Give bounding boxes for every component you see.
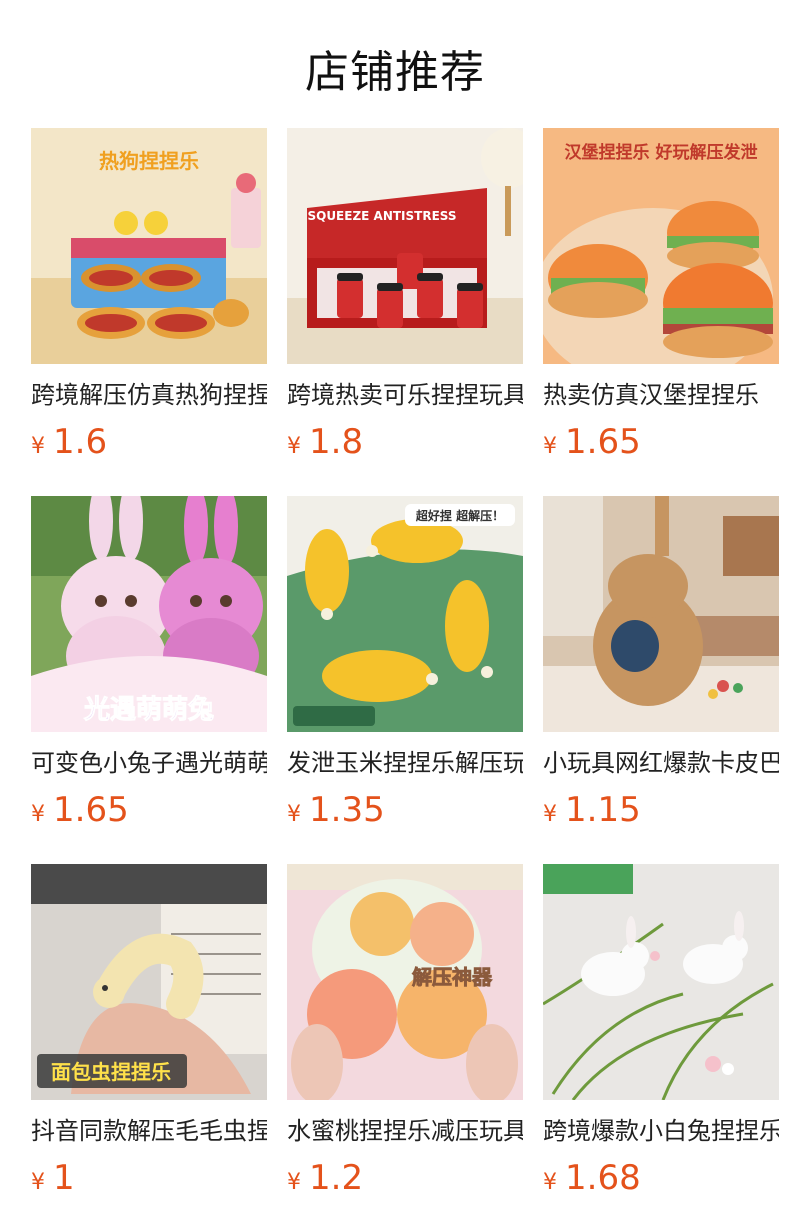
capybara-toy-image xyxy=(543,496,779,732)
product-image[interactable] xyxy=(543,496,779,732)
currency-symbol: ¥ xyxy=(543,802,557,827)
product-card[interactable]: 汉堡捏捏乐 好玩解压发泄 热卖仿真汉堡捏捏乐 ¥1.65 xyxy=(543,128,779,496)
hotdog-toy-image: 热狗捏捏乐 xyxy=(31,128,267,364)
product-image[interactable]: 汉堡捏捏乐 好玩解压发泄 xyxy=(543,128,779,364)
product-image[interactable]: 热狗捏捏乐 xyxy=(31,128,267,364)
product-name[interactable]: 小玩具网红爆款卡皮巴拉 xyxy=(543,746,779,780)
product-price: ¥1.68 xyxy=(543,1156,779,1200)
product-card[interactable]: 小玩具网红爆款卡皮巴拉 ¥1.15 xyxy=(543,496,779,864)
price-value: 1.35 xyxy=(309,790,385,830)
product-price: ¥1.35 xyxy=(287,788,523,832)
product-price: ¥1.65 xyxy=(543,420,779,464)
product-card[interactable]: 热狗捏捏乐 跨境解压仿真热狗捏捏乐 ¥1.6 xyxy=(31,128,267,496)
rabbit-toy-image: 光遇萌萌兔 xyxy=(31,496,267,732)
product-card[interactable]: SQUEEZE ANTISTRESS 跨境热卖可乐捏捏玩具 ¥1.8 xyxy=(287,128,523,496)
currency-symbol: ¥ xyxy=(287,434,301,459)
page-title: 店铺推荐 xyxy=(305,47,485,98)
product-image[interactable]: SQUEEZE ANTISTRESS xyxy=(287,128,523,364)
currency-symbol: ¥ xyxy=(543,1170,557,1195)
currency-symbol: ¥ xyxy=(287,802,301,827)
currency-symbol: ¥ xyxy=(31,802,45,827)
peach-toy-image: 解压神器 xyxy=(287,864,523,1100)
price-value: 1.65 xyxy=(565,422,641,462)
svg-text:热狗捏捏乐: 热狗捏捏乐 xyxy=(99,149,199,173)
svg-text:光遇萌萌兔: 光遇萌萌兔 xyxy=(83,695,214,725)
product-name[interactable]: 发泄玉米捏捏乐解压玩具 xyxy=(287,746,523,780)
product-name[interactable]: 跨境热卖可乐捏捏玩具 xyxy=(287,378,523,412)
price-value: 1.6 xyxy=(53,422,108,462)
product-name[interactable]: 水蜜桃捏捏乐减压玩具 xyxy=(287,1114,523,1148)
soda-cup-toy-image: SQUEEZE ANTISTRESS xyxy=(287,128,523,364)
price-value: 1.15 xyxy=(565,790,641,830)
product-image[interactable]: 超好捏 超解压！ xyxy=(287,496,523,732)
price-value: 1 xyxy=(53,1158,75,1198)
product-name[interactable]: 热卖仿真汉堡捏捏乐 xyxy=(543,378,779,412)
currency-symbol: ¥ xyxy=(287,1170,301,1195)
corn-toy-image: 超好捏 超解压！ xyxy=(287,496,523,732)
price-value: 1.65 xyxy=(53,790,129,830)
white-rabbit-toy-image xyxy=(543,864,779,1100)
product-price: ¥1.15 xyxy=(543,788,779,832)
price-value: 1.8 xyxy=(309,422,364,462)
product-card[interactable]: 解压神器 水蜜桃捏捏乐减压玩具 ¥1.2 xyxy=(287,864,523,1232)
price-value: 1.2 xyxy=(309,1158,364,1198)
product-price: ¥1.6 xyxy=(31,420,267,464)
svg-text:解压神器: 解压神器 xyxy=(412,965,493,989)
caterpillar-toy-image: 面包虫捏捏乐 xyxy=(31,864,267,1100)
svg-text:超好捏 超解压！: 超好捏 超解压！ xyxy=(415,508,504,523)
product-image[interactable]: 解压神器 xyxy=(287,864,523,1100)
product-name[interactable]: 抖音同款解压毛毛虫捏捏乐 xyxy=(31,1114,267,1148)
store-recommendations-page: 店铺推荐 热狗捏捏乐 跨境解压仿真热狗捏捏 ¥ 1.6 SQUEEZE ANTI… xyxy=(0,0,790,1232)
product-card[interactable]: 面包虫捏捏乐 抖音同款解压毛毛虫捏捏乐 ¥1 xyxy=(31,864,267,1232)
svg-text:SQUEEZE ANTISTRESS: SQUEEZE ANTISTRESS xyxy=(307,209,456,223)
currency-symbol: ¥ xyxy=(31,1170,45,1195)
product-grid: 热狗捏捏乐 跨境解压仿真热狗捏捏乐 ¥1.6 xyxy=(31,128,779,1232)
product-name[interactable]: 可变色小兔子遇光萌萌兔 xyxy=(31,746,267,780)
product-image[interactable]: 光遇萌萌兔 xyxy=(31,496,267,732)
product-card[interactable]: 光遇萌萌兔 可变色小兔子遇光萌萌兔 ¥1.65 xyxy=(31,496,267,864)
currency-symbol: ¥ xyxy=(543,434,557,459)
product-image[interactable]: 面包虫捏捏乐 xyxy=(31,864,267,1100)
currency-symbol: ¥ xyxy=(31,434,45,459)
product-image[interactable] xyxy=(543,864,779,1100)
product-price: ¥1.2 xyxy=(287,1156,523,1200)
product-card[interactable]: 跨境爆款小白兔捏捏乐 ¥1.68 xyxy=(543,864,779,1232)
svg-text:汉堡捏捏乐 好玩解压发泄: 汉堡捏捏乐 好玩解压发泄 xyxy=(565,142,758,163)
price-value: 1.68 xyxy=(565,1158,641,1198)
hamburger-toy-image: 汉堡捏捏乐 好玩解压发泄 xyxy=(543,128,779,364)
product-price: ¥1.65 xyxy=(31,788,267,832)
product-card[interactable]: 超好捏 超解压！ 发泄玉米捏捏乐解压玩具 ¥1.35 xyxy=(287,496,523,864)
svg-text:面包虫捏捏乐: 面包虫捏捏乐 xyxy=(51,1060,171,1084)
product-price: ¥1 xyxy=(31,1156,267,1200)
product-name[interactable]: 跨境爆款小白兔捏捏乐 xyxy=(543,1114,779,1148)
product-name[interactable]: 跨境解压仿真热狗捏捏乐 xyxy=(31,378,267,412)
product-price: ¥1.8 xyxy=(287,420,523,464)
